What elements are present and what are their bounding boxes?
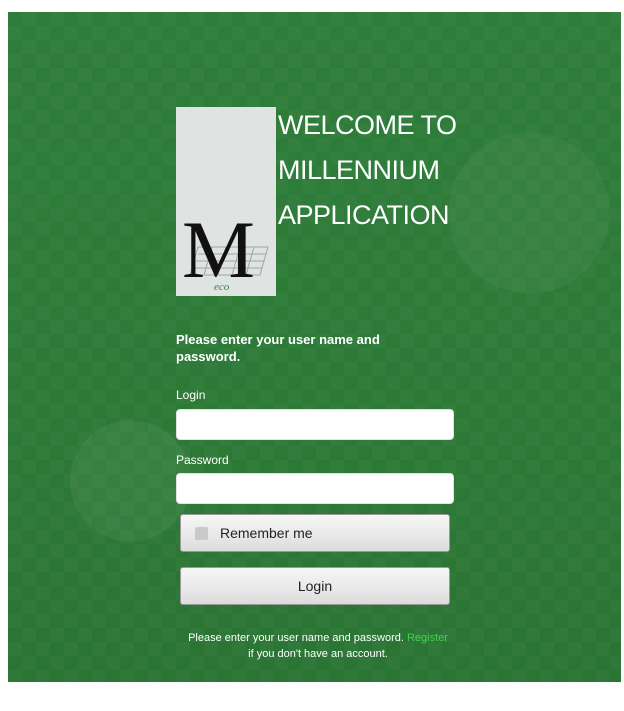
- password-input[interactable]: [176, 473, 454, 504]
- footer-note: Please enter your user name and password…: [158, 630, 478, 662]
- welcome-line-2: MILLENNIUM: [278, 155, 440, 185]
- remember-me-toggle[interactable]: Remember me: [180, 514, 450, 552]
- welcome-line-3: APPLICATION: [278, 200, 450, 230]
- app-logo: M eco: [176, 107, 276, 296]
- welcome-line-1: WELCOME TO: [278, 110, 457, 140]
- password-label: Password: [176, 453, 229, 467]
- remember-me-label: Remember me: [220, 525, 313, 541]
- login-input[interactable]: [176, 409, 454, 440]
- footer-text: Please enter your user name and password…: [188, 632, 404, 644]
- remember-me-checkbox[interactable]: [195, 526, 208, 540]
- footer-text-after: if you don't have an account.: [248, 648, 388, 660]
- welcome-heading: WELCOME TO MILLENNIUM APPLICATION: [278, 103, 478, 238]
- login-label: Login: [176, 388, 206, 402]
- login-panel: M eco WELCOME TO MILLENNIUM APPLICATION …: [8, 12, 621, 682]
- form-instructions: Please enter your user name and password…: [176, 332, 380, 364]
- login-button[interactable]: Login: [180, 567, 450, 605]
- login-button-label: Login: [297, 578, 333, 594]
- logo-subtext: eco: [214, 281, 230, 293]
- register-link[interactable]: Register: [407, 632, 448, 644]
